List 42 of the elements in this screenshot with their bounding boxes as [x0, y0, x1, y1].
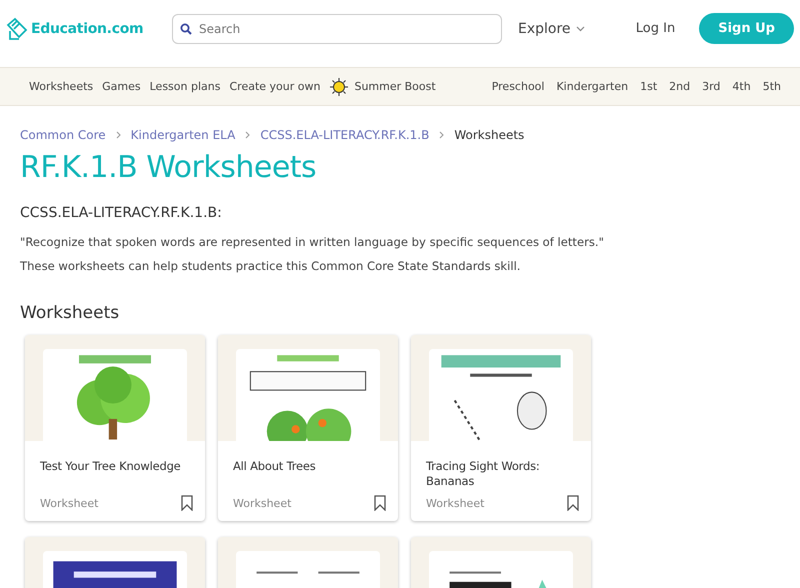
- breadcrumb-link[interactable]: Common Core: [20, 128, 106, 142]
- chevron-icon: [116, 131, 121, 139]
- standard-quote: "Recognize that spoken words are represented in written language by specific sequences of letters.": [20, 235, 605, 249]
- chevron-icon: [245, 131, 250, 139]
- worksheet-title[interactable]: Test Your Tree Knowledge: [40, 459, 193, 474]
- grade-link[interactable]: Preschool: [492, 80, 544, 93]
- nav-link[interactable]: Create your own: [229, 80, 320, 93]
- worksheet-title[interactable]: Tracing Sight Words: Bananas: [426, 459, 579, 489]
- worksheet-card[interactable]: All About Trees Worksheet: [218, 335, 398, 521]
- bookmark-icon[interactable]: [567, 495, 579, 511]
- logo-icon: [6, 16, 28, 40]
- explore-menu[interactable]: Explore: [518, 20, 585, 36]
- search-field[interactable]: Search: [172, 14, 502, 44]
- section-title: Worksheets: [20, 303, 120, 323]
- nav-link[interactable]: Games: [102, 80, 141, 93]
- grade-link[interactable]: 5th: [762, 80, 781, 93]
- grade-link[interactable]: Kindergarten: [556, 80, 628, 93]
- nav-link[interactable]: Lesson plans: [150, 80, 220, 93]
- chevron-icon: [576, 26, 585, 32]
- bookmark-icon[interactable]: [374, 495, 386, 511]
- worksheet-card[interactable]: Tracing Sight Words: Bananas Worksheet: [411, 335, 591, 521]
- breadcrumb-link[interactable]: Kindergarten ELA: [130, 128, 236, 142]
- page-title: RF.K.1.B Worksheets: [20, 150, 318, 185]
- grade-link[interactable]: 1st: [640, 80, 658, 93]
- standard-note: These worksheets can help students practice this Common Core State Standards skill.: [20, 259, 522, 273]
- worksheet-card[interactable]: Test Your Tree Knowledge Worksheet: [25, 335, 205, 521]
- chevron-icon: [439, 131, 444, 139]
- standard-code: CCSS.ELA-LITERACY.RF.K.1.B:: [20, 205, 223, 221]
- bookmark-icon[interactable]: [181, 495, 193, 511]
- breadcrumb-link[interactable]: CCSS.ELA-LITERACY.RF.K.1.B: [260, 128, 430, 142]
- worksheet-type: Worksheet: [233, 496, 292, 510]
- sun-icon: [329, 76, 350, 96]
- worksheet-type: Worksheet: [40, 496, 98, 510]
- login-link[interactable]: Log In: [636, 21, 676, 36]
- worksheet-type: Worksheet: [426, 496, 484, 510]
- worksheet-title[interactable]: All About Trees: [233, 459, 386, 474]
- grade-link[interactable]: 3rd: [702, 80, 720, 93]
- nav-link[interactable]: Worksheets: [29, 80, 94, 93]
- breadcrumb-current: Worksheets: [454, 128, 524, 142]
- grade-link[interactable]: 2nd: [669, 80, 690, 93]
- nav-link[interactable]: Summer Boost: [354, 80, 436, 93]
- grade-link[interactable]: 4th: [732, 80, 751, 93]
